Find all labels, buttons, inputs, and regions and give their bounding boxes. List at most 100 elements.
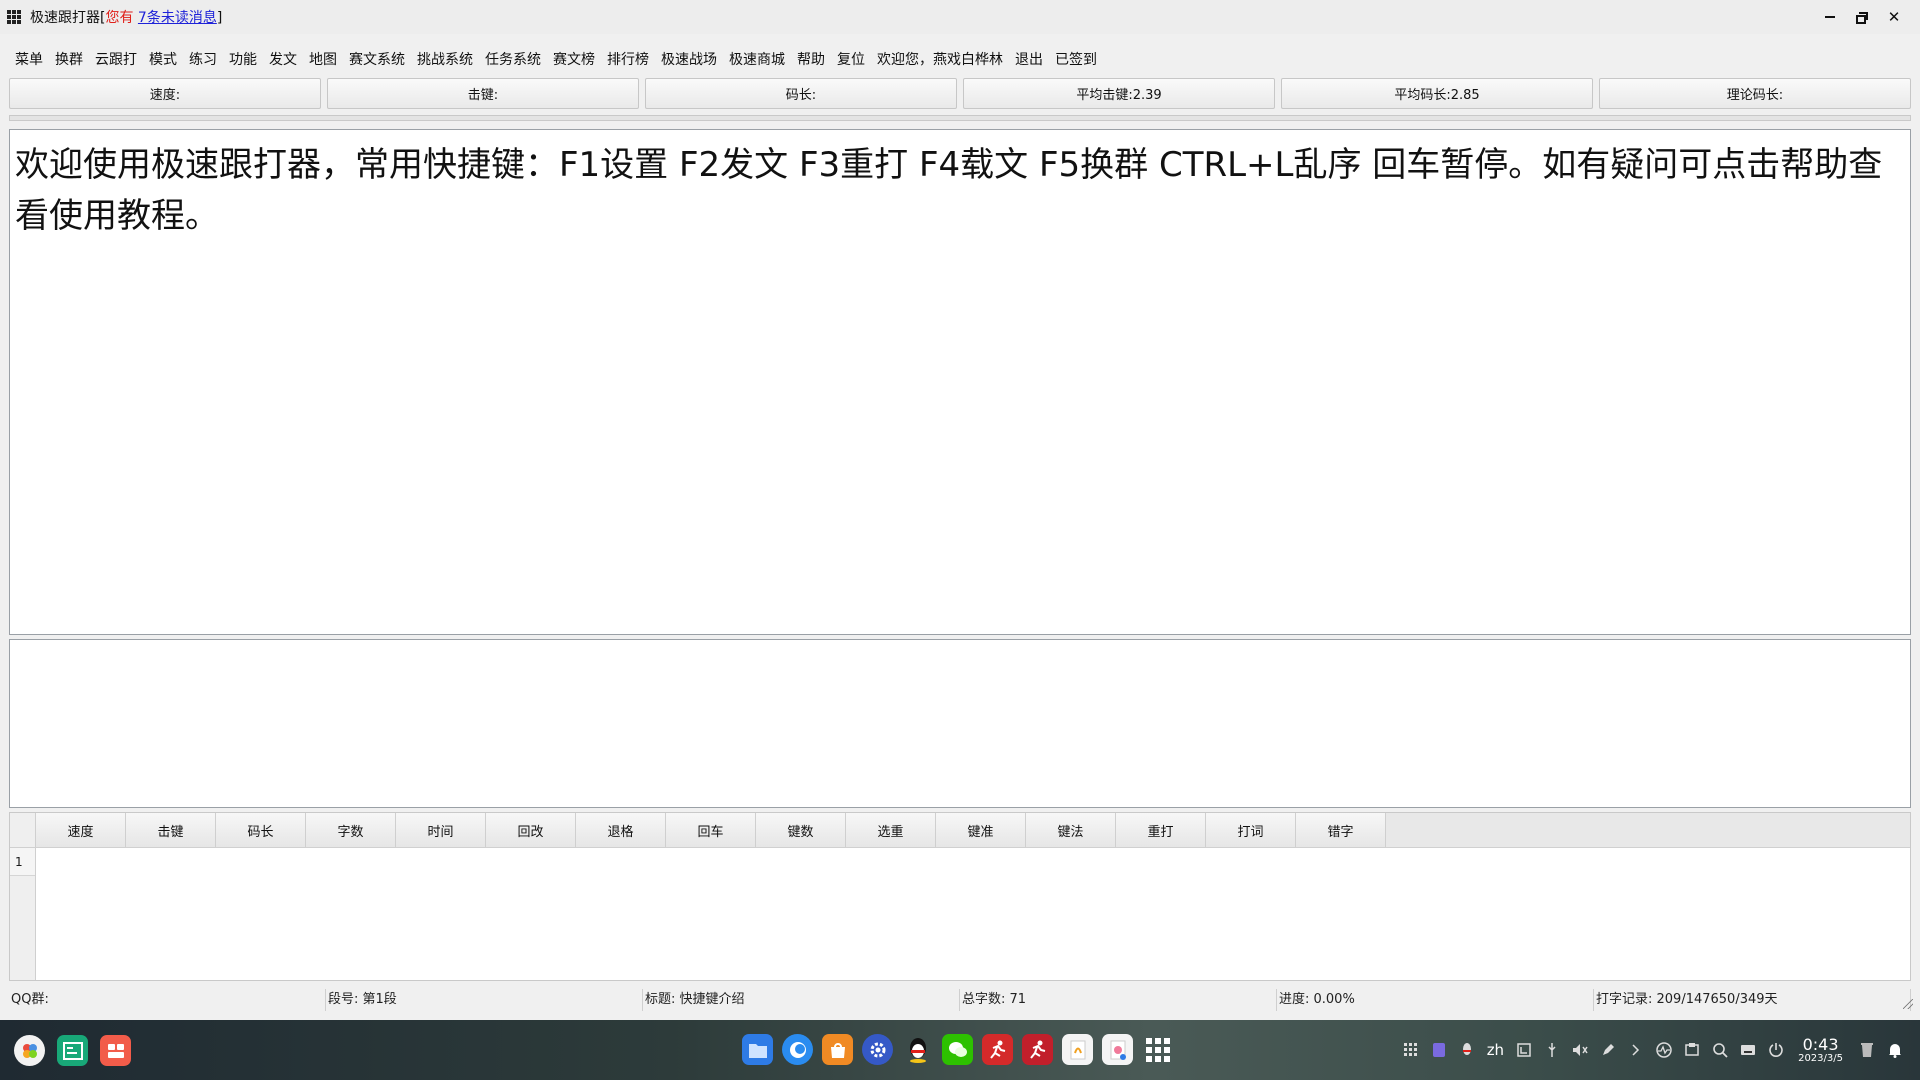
unread-messages-link[interactable]: 7条未读消息 xyxy=(138,10,217,26)
typing-input-area[interactable] xyxy=(9,639,1911,808)
speed-stat-button[interactable]: 速度: xyxy=(9,78,321,109)
wechat-icon[interactable] xyxy=(942,1034,973,1065)
menu-item-race-system[interactable]: 赛文系统 xyxy=(343,49,411,71)
qq-icon[interactable] xyxy=(902,1034,933,1065)
clock[interactable]: 0:43 2023/3/5 xyxy=(1798,1036,1843,1065)
menu-item-race-board[interactable]: 赛文榜 xyxy=(547,49,601,71)
menu-item-reset[interactable]: 复位 xyxy=(831,49,871,71)
restore-icon xyxy=(1856,11,1868,24)
menu-item-practice[interactable]: 练习 xyxy=(183,49,223,71)
menu-item-store[interactable]: 极速商城 xyxy=(723,49,791,71)
resize-grip-icon[interactable] xyxy=(1903,999,1913,1009)
keystroke-stat-button[interactable]: 击键: xyxy=(327,78,639,109)
column-header-retype[interactable]: 重打 xyxy=(1116,813,1206,847)
status-segment: 段号: 第1段 xyxy=(326,989,643,1011)
app-name: 极速跟打器 xyxy=(30,10,100,26)
avg-keystroke-stat-button[interactable]: 平均击键:2.39 xyxy=(963,78,1275,109)
column-header-time[interactable]: 时间 xyxy=(396,813,486,847)
table-corner[interactable] xyxy=(10,813,36,847)
restore-button[interactable] xyxy=(1846,0,1878,34)
status-title: 标题: 快捷键介绍 xyxy=(643,989,960,1011)
column-header-speed[interactable]: 速度 xyxy=(36,813,126,847)
column-header-keystroke[interactable]: 击键 xyxy=(126,813,216,847)
usb-icon[interactable] xyxy=(1541,1039,1563,1061)
column-header-candidate-select[interactable]: 选重 xyxy=(846,813,936,847)
column-header-corrections[interactable]: 回改 xyxy=(486,813,576,847)
menu-item-send-text[interactable]: 发文 xyxy=(263,49,303,71)
notes-app-icon[interactable] xyxy=(1428,1039,1450,1061)
menu-item-task-system[interactable]: 任务系统 xyxy=(479,49,547,71)
typing-app-alt-icon[interactable] xyxy=(1022,1034,1053,1065)
table-header: 速度 击键 码长 字数 时间 回改 退格 回车 键数 选重 键准 键法 重打 打… xyxy=(10,813,1910,848)
column-header-code-length[interactable]: 码长 xyxy=(216,813,306,847)
settings-gear-icon[interactable] xyxy=(862,1034,893,1065)
clock-time: 0:43 xyxy=(1802,1034,1839,1054)
results-table[interactable]: 速度 击键 码长 字数 时间 回改 退格 回车 键数 选重 键准 键法 重打 打… xyxy=(9,812,1911,981)
taskbar: zh 0:43 2023/3/5 xyxy=(0,1020,1920,1080)
theory-code-length-stat-button[interactable]: 理论码长: xyxy=(1599,78,1911,109)
column-header-key-count[interactable]: 键数 xyxy=(756,813,846,847)
reference-text: 欢迎使用极速跟打器，常用快捷键：F1设置 F2发文 F3重打 F4载文 F5换群… xyxy=(15,145,1883,236)
menu-item-logout[interactable]: 退出 xyxy=(1009,49,1049,71)
input-method-icon[interactable] xyxy=(1513,1039,1535,1061)
column-header-backspace[interactable]: 退格 xyxy=(576,813,666,847)
avg-code-length-stat-button[interactable]: 平均码长:2.85 xyxy=(1281,78,1593,109)
keyboard-icon[interactable] xyxy=(1737,1039,1759,1061)
column-header-enter[interactable]: 回车 xyxy=(666,813,756,847)
menu-item-cloud-typing[interactable]: 云跟打 xyxy=(89,49,143,71)
power-icon[interactable] xyxy=(1765,1039,1787,1061)
search-icon[interactable] xyxy=(1709,1039,1731,1061)
menu-item-challenge-system[interactable]: 挑战系统 xyxy=(411,49,479,71)
volume-mute-icon[interactable] xyxy=(1569,1039,1591,1061)
menu-item-battlefield[interactable]: 极速战场 xyxy=(655,49,723,71)
close-button[interactable]: ✕ xyxy=(1878,0,1910,34)
code-length-stat-button[interactable]: 码长: xyxy=(645,78,957,109)
input-language[interactable]: zh xyxy=(1487,1041,1504,1059)
chevron-right-icon[interactable] xyxy=(1625,1039,1647,1061)
column-header-char-count[interactable]: 字数 xyxy=(306,813,396,847)
browser-icon[interactable] xyxy=(782,1034,813,1065)
stats-bar: 速度: 击键: 码长: 平均击键:2.39 平均码长:2.85 理论码长: xyxy=(9,78,1911,109)
menu-item-signed-in[interactable]: 已签到 xyxy=(1049,49,1103,71)
row-number[interactable]: 1 xyxy=(10,848,35,876)
multitask-view-icon[interactable] xyxy=(57,1035,88,1066)
menu-item-switch-group[interactable]: 换群 xyxy=(49,49,89,71)
status-progress: 进度: 0.00% xyxy=(1277,989,1594,1011)
trash-icon[interactable] xyxy=(1856,1039,1878,1061)
menu-item-functions[interactable]: 功能 xyxy=(223,49,263,71)
menu-item-map[interactable]: 地图 xyxy=(303,49,343,71)
system-monitor-icon[interactable] xyxy=(1653,1039,1675,1061)
menu-item-menu[interactable]: 菜单 xyxy=(9,49,49,71)
shop-icon[interactable] xyxy=(822,1034,853,1065)
pen-icon[interactable] xyxy=(1597,1039,1619,1061)
file-manager-icon[interactable] xyxy=(742,1034,773,1065)
column-header-wrong-chars[interactable]: 错字 xyxy=(1296,813,1386,847)
clipboard-icon[interactable] xyxy=(1681,1039,1703,1061)
close-icon: ✕ xyxy=(1887,8,1901,26)
grid-menu-icon[interactable] xyxy=(1400,1039,1422,1061)
notification-bell-icon[interactable] xyxy=(1884,1039,1906,1061)
document-viewer-icon[interactable] xyxy=(1062,1034,1093,1065)
menu-bar: 菜单 换群 云跟打 模式 练习 功能 发文 地图 赛文系统 挑战系统 任务系统 … xyxy=(0,48,1103,72)
unread-prefix: 您有 xyxy=(105,10,134,26)
app-grid-icon xyxy=(7,10,23,24)
status-bar: QQ群: 段号: 第1段 标题: 快捷键介绍 总字数: 71 进度: 0.00%… xyxy=(9,989,1911,1011)
menu-item-mode[interactable]: 模式 xyxy=(143,49,183,71)
column-header-word-typing[interactable]: 打词 xyxy=(1206,813,1296,847)
app-launcher-grid-icon[interactable] xyxy=(1142,1034,1173,1065)
image-viewer-icon[interactable] xyxy=(1102,1034,1133,1065)
app-store-icon[interactable] xyxy=(100,1035,131,1066)
menu-item-help[interactable]: 帮助 xyxy=(791,49,831,71)
welcome-user[interactable]: 欢迎您，燕戏白桦林 xyxy=(871,49,1009,71)
qq-tray-icon[interactable] xyxy=(1456,1039,1478,1061)
status-typing-record: 打字记录: 209/147650/349天 xyxy=(1594,989,1911,1011)
typing-app-icon[interactable] xyxy=(982,1034,1013,1065)
menu-item-leaderboard[interactable]: 排行榜 xyxy=(601,49,655,71)
minimize-button[interactable] xyxy=(1814,0,1846,34)
start-menu-icon[interactable] xyxy=(14,1035,45,1066)
window-title: 极速跟打器[您有 7条未读消息] xyxy=(30,7,222,27)
column-header-key-method[interactable]: 键法 xyxy=(1026,813,1116,847)
reference-text-area[interactable]: 欢迎使用极速跟打器，常用快捷键：F1设置 F2发文 F3重打 F4载文 F5换群… xyxy=(9,129,1911,635)
minimize-icon xyxy=(1825,16,1835,18)
column-header-key-accuracy[interactable]: 键准 xyxy=(936,813,1026,847)
